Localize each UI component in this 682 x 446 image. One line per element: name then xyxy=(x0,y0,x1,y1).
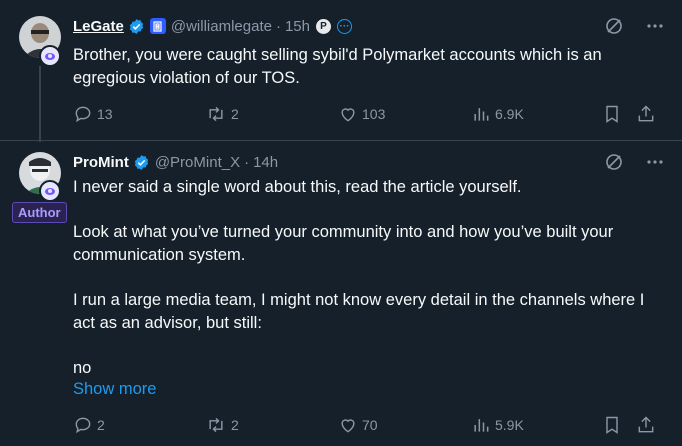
separator-dot: · xyxy=(244,153,250,171)
separator-dot: · xyxy=(275,17,281,35)
show-more-link[interactable]: Show more xyxy=(73,380,156,399)
repost-button[interactable]: 2 xyxy=(205,104,239,124)
like-button[interactable]: 103 xyxy=(338,104,385,124)
reply-icon xyxy=(75,106,91,123)
info-badge-icon: ··· xyxy=(337,18,352,34)
tweet-text: Brother, you were caught selling sybil'd… xyxy=(73,44,663,90)
repost-icon xyxy=(209,106,223,122)
bookmark-button[interactable] xyxy=(602,415,626,435)
tweet-header: ProMint @ProMint_X · 14h xyxy=(73,152,278,172)
verified-badge-icon xyxy=(134,154,148,170)
more-icon[interactable] xyxy=(646,17,664,35)
tweet-legate[interactable]: LeGate @williamlegate · 15h P ··· Brothe… xyxy=(0,0,682,142)
avatar-badge-icon xyxy=(39,45,61,67)
verified-badge-icon xyxy=(129,18,144,34)
affiliation-icon[interactable] xyxy=(149,18,166,34)
timestamp[interactable]: 14h xyxy=(253,154,278,171)
tweet-paragraph: Look at what you’ve turned your communit… xyxy=(73,223,614,264)
share-icon xyxy=(638,105,654,122)
grok-icon[interactable] xyxy=(604,16,624,36)
bookmark-icon xyxy=(606,105,618,123)
label-badge-icon: P xyxy=(316,18,331,34)
tweet-actions: 13 2 103 6.9K xyxy=(73,104,661,124)
views-count: 6.9K xyxy=(495,106,524,122)
tweet-promint[interactable]: Author ProMint @ProMint_X · 14h I never … xyxy=(0,141,682,446)
reply-button[interactable]: 2 xyxy=(73,415,105,435)
tweet-actions: 2 2 70 5.9K xyxy=(73,415,661,435)
handle[interactable]: @ProMint_X xyxy=(155,154,240,171)
views-button[interactable]: 5.9K xyxy=(471,415,524,435)
repost-icon xyxy=(209,417,223,433)
reply-button[interactable]: 13 xyxy=(73,104,113,124)
more-icon[interactable] xyxy=(646,153,664,171)
views-icon xyxy=(474,419,489,432)
like-button[interactable]: 70 xyxy=(338,415,378,435)
display-name[interactable]: LeGate xyxy=(73,18,124,35)
bookmark-button[interactable] xyxy=(602,104,626,124)
like-icon xyxy=(341,419,355,433)
like-icon xyxy=(341,108,355,122)
reply-icon xyxy=(75,417,91,434)
bookmark-icon xyxy=(606,416,618,434)
tweet-paragraph: no xyxy=(73,359,92,377)
repost-count: 2 xyxy=(231,417,239,433)
tweet-paragraph: I run a large media team, I might not kn… xyxy=(73,291,645,332)
like-count: 70 xyxy=(362,417,378,433)
tweet-header: LeGate @williamlegate · 15h P ··· xyxy=(73,16,352,36)
reply-count: 13 xyxy=(97,106,113,122)
handle[interactable]: @williamlegate xyxy=(171,18,272,35)
like-count: 103 xyxy=(362,106,386,122)
repost-button[interactable]: 2 xyxy=(205,415,239,435)
share-icon xyxy=(638,416,654,433)
tweet-paragraph: Brother, you were caught selling sybil'd… xyxy=(73,46,602,87)
display-name[interactable]: ProMint xyxy=(73,154,129,171)
views-button[interactable]: 6.9K xyxy=(471,104,524,124)
tweet-text: I never said a single word about this, r… xyxy=(73,176,663,380)
views-icon xyxy=(474,108,489,121)
tweet-paragraph: I never said a single word about this, r… xyxy=(73,178,522,196)
author-badge: Author xyxy=(12,202,67,223)
share-button[interactable] xyxy=(636,415,660,435)
share-button[interactable] xyxy=(636,104,660,124)
timestamp[interactable]: 15h xyxy=(285,18,310,35)
views-count: 5.9K xyxy=(495,417,524,433)
thread-line xyxy=(39,66,41,142)
grok-icon[interactable] xyxy=(604,152,624,172)
avatar-badge-icon xyxy=(39,180,61,202)
reply-count: 2 xyxy=(97,417,105,433)
repost-count: 2 xyxy=(231,106,239,122)
